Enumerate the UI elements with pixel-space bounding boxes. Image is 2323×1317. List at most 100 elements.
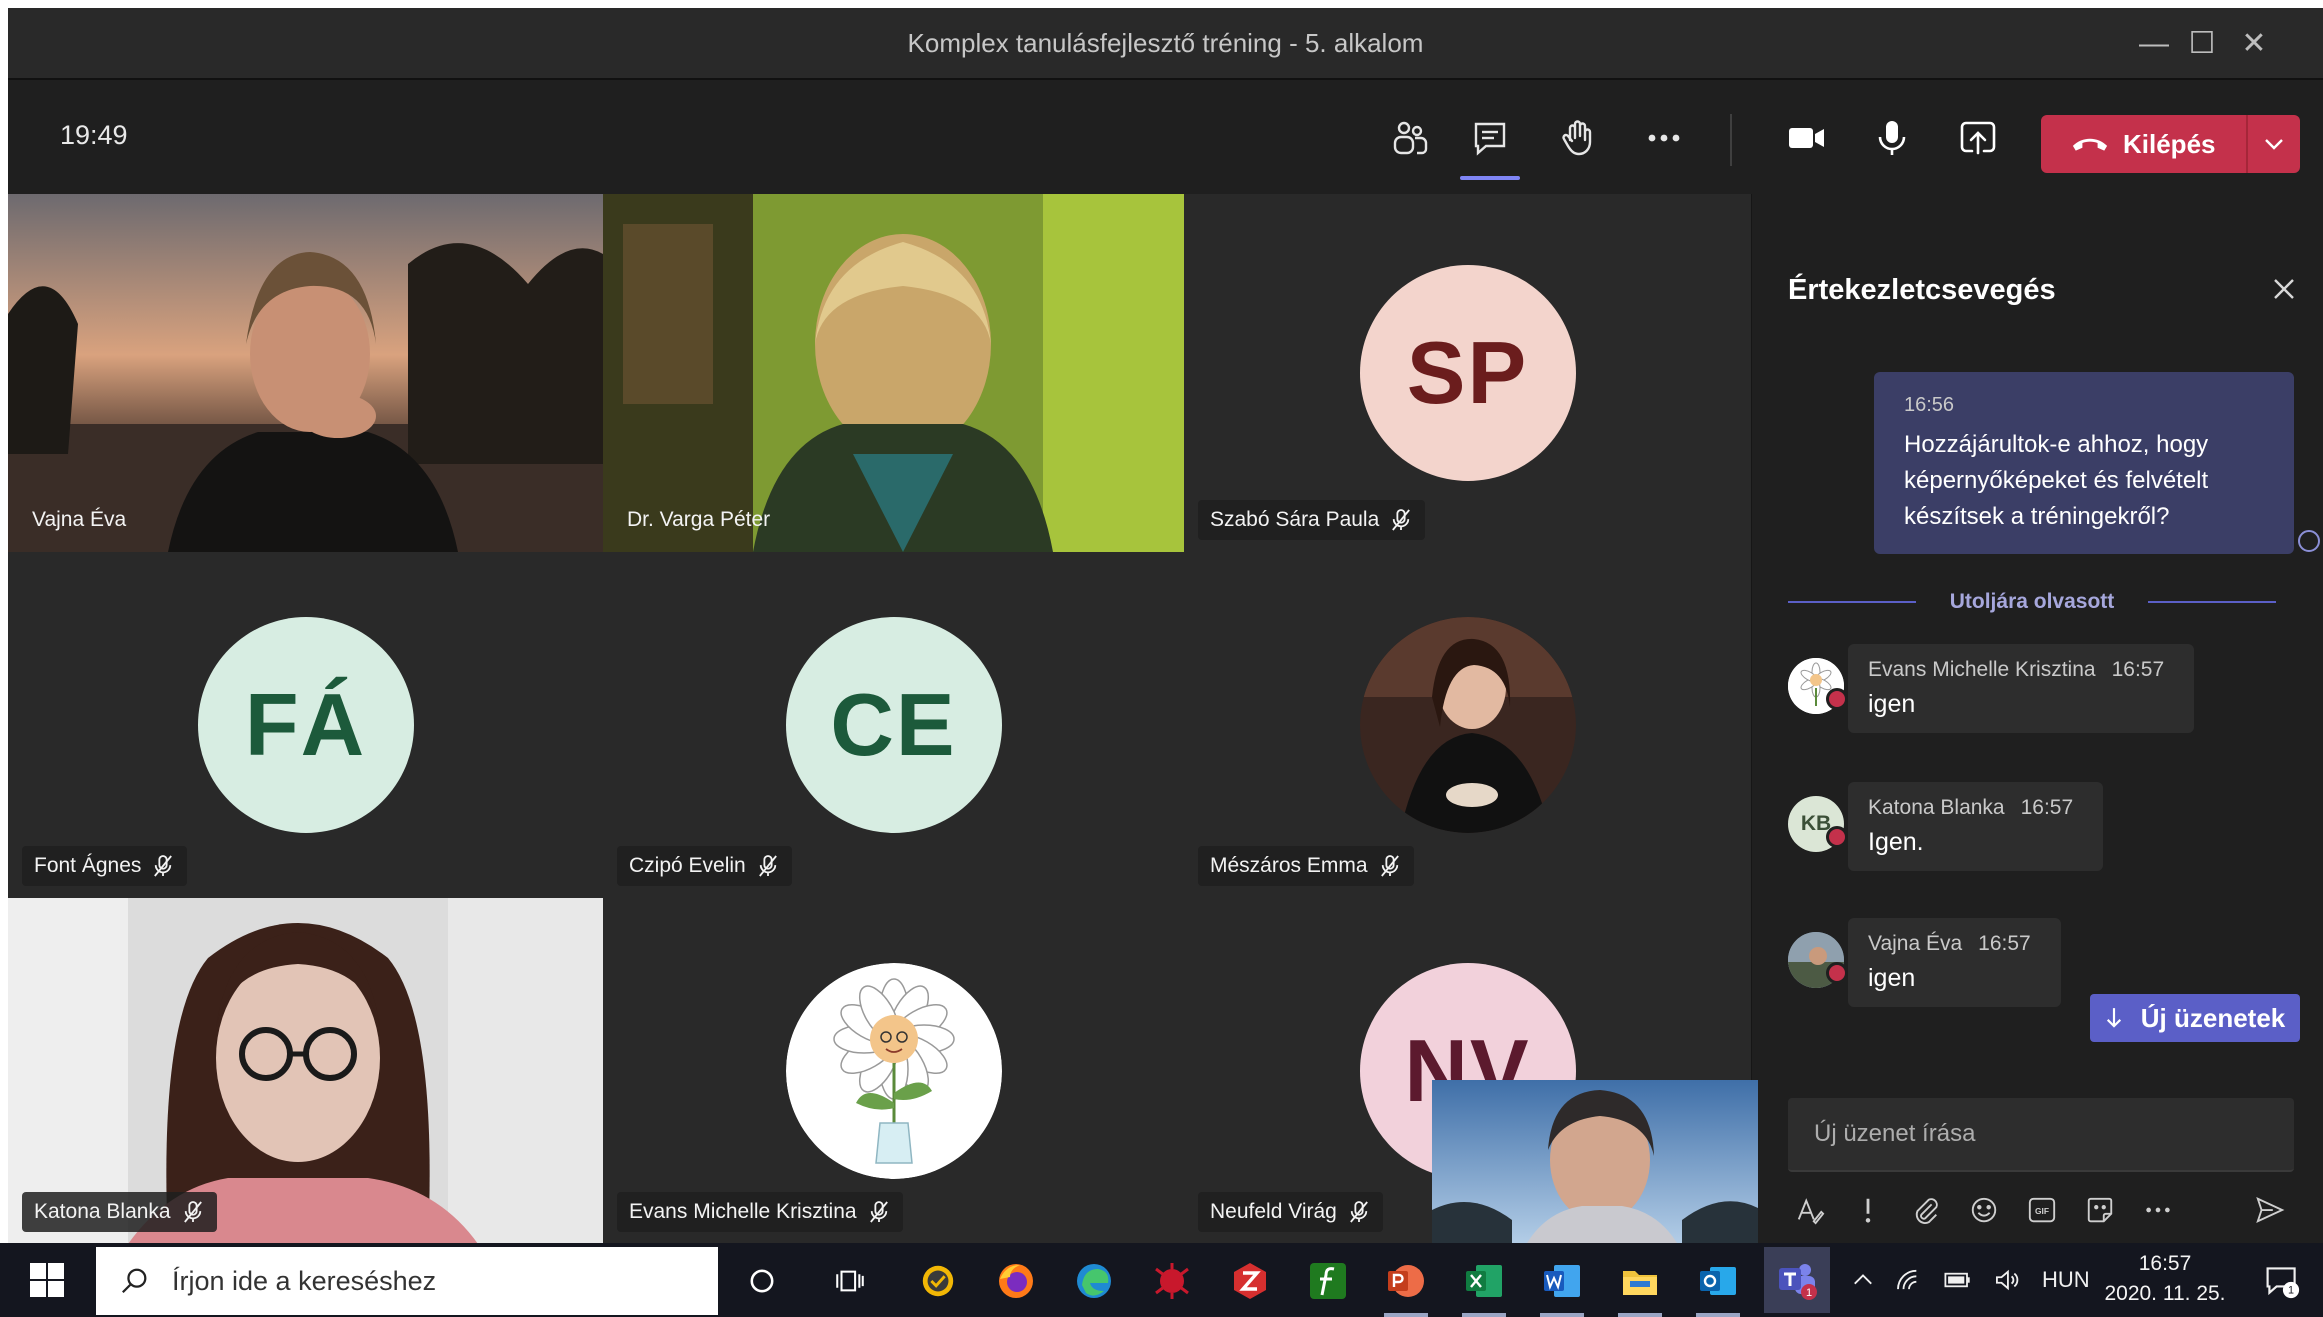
format-icon [1797,1198,1825,1225]
close-window-button[interactable]: ✕ [2230,22,2278,66]
notification-icon: 1 [2266,1267,2300,1299]
own-message-time: 16:56 [1904,394,1955,416]
start-button[interactable] [28,1261,66,1299]
notification-center-button[interactable]: 1 [2254,1253,2310,1309]
chat-message[interactable]: Evans Michelle Krisztina 16:57 igen [1788,644,2195,733]
battery-icon[interactable] [1944,1271,1972,1289]
hand-icon [1562,120,1592,156]
chat-button[interactable] [1460,108,1520,168]
taskbar-app-excel[interactable] [1456,1253,1512,1317]
chat-message[interactable]: Vajna Éva 16:57 igen [1788,918,2061,1007]
participant-tile[interactable]: Dr. Varga Péter [603,194,1184,552]
meeting-duration: 19:49 [60,120,128,150]
participant-tile[interactable]: Evans Michelle Krisztina [603,898,1184,1244]
avatar [1788,932,1848,988]
leave-meeting-button[interactable]: Kilépés [2041,115,2300,173]
maximize-button[interactable]: ☐ [2178,22,2226,66]
participant-tile[interactable]: FÁ Font Ágnes [8,552,603,898]
wifi-icon[interactable] [1896,1269,1922,1291]
window-title: Komplex tanulásfejlesztő tréning - 5. al… [907,28,1424,58]
taskbar-app-outlook[interactable] [1690,1253,1746,1317]
taskbar-app-file-explorer[interactable] [1612,1253,1668,1317]
teams-badge-count: 1 [1806,1287,1812,1299]
emoji-button[interactable] [1968,1194,2000,1226]
sticker-icon [2087,1197,2113,1223]
chat-title: Értekezletcsevegés [1788,274,2056,306]
message-bubble: Katona Blanka 16:57 Igen. [1848,782,2104,871]
gif-button[interactable]: GIF [2026,1194,2058,1226]
sticker-button[interactable] [2084,1194,2116,1226]
microphone-button[interactable] [1862,108,1922,168]
taskbar-search-box[interactable]: Írjon ide a kereséshez [96,1247,718,1315]
priority-button[interactable] [1852,1194,1884,1226]
chat-message[interactable]: KB Katona Blanka 16:57 Igen. [1788,782,2104,871]
own-message[interactable]: 16:56 Hozzájárultok-e ahhoz, hogy képern… [1874,372,2294,554]
participant-tile[interactable]: Katona Blanka [8,898,603,1244]
leave-options-dropdown[interactable] [2248,138,2300,150]
participant-tile[interactable]: Mészáros Emma [1184,552,1751,898]
windows-taskbar: Írjon ide a kereséshez 1 HUN 16:57 2020.… [0,1243,2323,1317]
close-icon [2274,279,2294,299]
participant-name-tag: Czipó Evelin [617,846,792,886]
participant-name: Font Ágnes [34,854,142,877]
compose-toolbar: GIF [1788,1188,2294,1232]
participant-name-tag: Font Ágnes [22,846,188,886]
self-video-preview[interactable] [1432,1080,1758,1252]
participants-button[interactable] [1380,108,1440,168]
taskbar-app-tasks[interactable] [910,1253,966,1309]
leave-main[interactable]: Kilépés [2041,115,2246,173]
taskbar-app-virus-icon[interactable] [1144,1253,1200,1309]
more-options-button[interactable] [1634,108,1694,168]
message-bubble: Vajna Éva 16:57 igen [1848,918,2061,1007]
mic-off-icon [758,855,777,877]
taskbar-app-powerpoint[interactable] [1378,1253,1434,1317]
chevron-up-icon[interactable] [1852,1269,1874,1291]
mic-off-icon [154,855,173,877]
more-icon [2146,1207,2170,1213]
share-screen-button[interactable] [1948,108,2008,168]
participant-tile[interactable]: CE Czipó Evelin [603,552,1184,898]
participant-photo [785,963,1002,1179]
close-chat-button[interactable] [2272,272,2296,309]
message-time: 16:57 [2020,796,2074,819]
presence-busy-indicator [1826,688,1848,710]
powerpoint-icon [1388,1265,1424,1297]
task-view-button[interactable] [822,1253,878,1309]
windows-logo-icon [30,1263,64,1297]
send-button[interactable] [2254,1194,2286,1226]
chat-active-indicator [1460,176,1520,180]
taskbar-app-firefox[interactable] [988,1253,1044,1309]
input-language[interactable]: HUN [2042,1267,2090,1293]
format-button[interactable] [1794,1194,1826,1226]
message-time: 16:57 [2111,658,2165,681]
mic-off-icon [1349,1201,1368,1223]
volume-icon[interactable] [1994,1269,2020,1291]
taskbar-app-edge[interactable] [1066,1253,1122,1309]
attach-button[interactable] [1910,1194,1942,1226]
taskbar-app-teams[interactable]: 1 [1764,1247,1830,1313]
participant-name: Vajna Éva [32,508,127,531]
mic-off-icon [869,1201,888,1223]
new-messages-label: Új üzenetek [2140,1002,2286,1033]
participant-name: Mészáros Emma [1210,854,1368,877]
mic-off-icon [1392,509,1411,531]
taskbar-app-z[interactable] [1222,1253,1278,1309]
participant-tile[interactable]: Vajna Éva [8,194,603,552]
taskbar-date: 2020. 11. 25. [2104,1282,2226,1305]
more-compose-options-button[interactable] [2142,1194,2174,1226]
taskbar-app-word[interactable] [1534,1253,1590,1317]
meeting-toolbar: 19:49 Kilépés [8,82,2323,194]
raise-hand-button[interactable] [1548,108,1608,168]
minimize-button[interactable]: — [2130,22,2178,66]
participant-tile[interactable]: SP Szabó Sára Paula [1184,194,1751,552]
taskbar-clock[interactable]: 16:57 2020. 11. 25. [2100,1249,2230,1309]
message-author: Evans Michelle Krisztina [1868,658,2096,681]
compose-message-input[interactable]: Új üzenet írása [1788,1098,2294,1172]
new-messages-button[interactable]: Új üzenetek [2090,994,2300,1042]
participant-name-tag: Neufeld Virág [1198,1192,1383,1232]
participant-avatar: CE [785,617,1002,833]
cortana-button[interactable] [734,1253,790,1309]
camera-icon [1789,128,1824,148]
camera-button[interactable] [1776,108,1836,168]
taskbar-app-formula[interactable] [1300,1253,1356,1309]
